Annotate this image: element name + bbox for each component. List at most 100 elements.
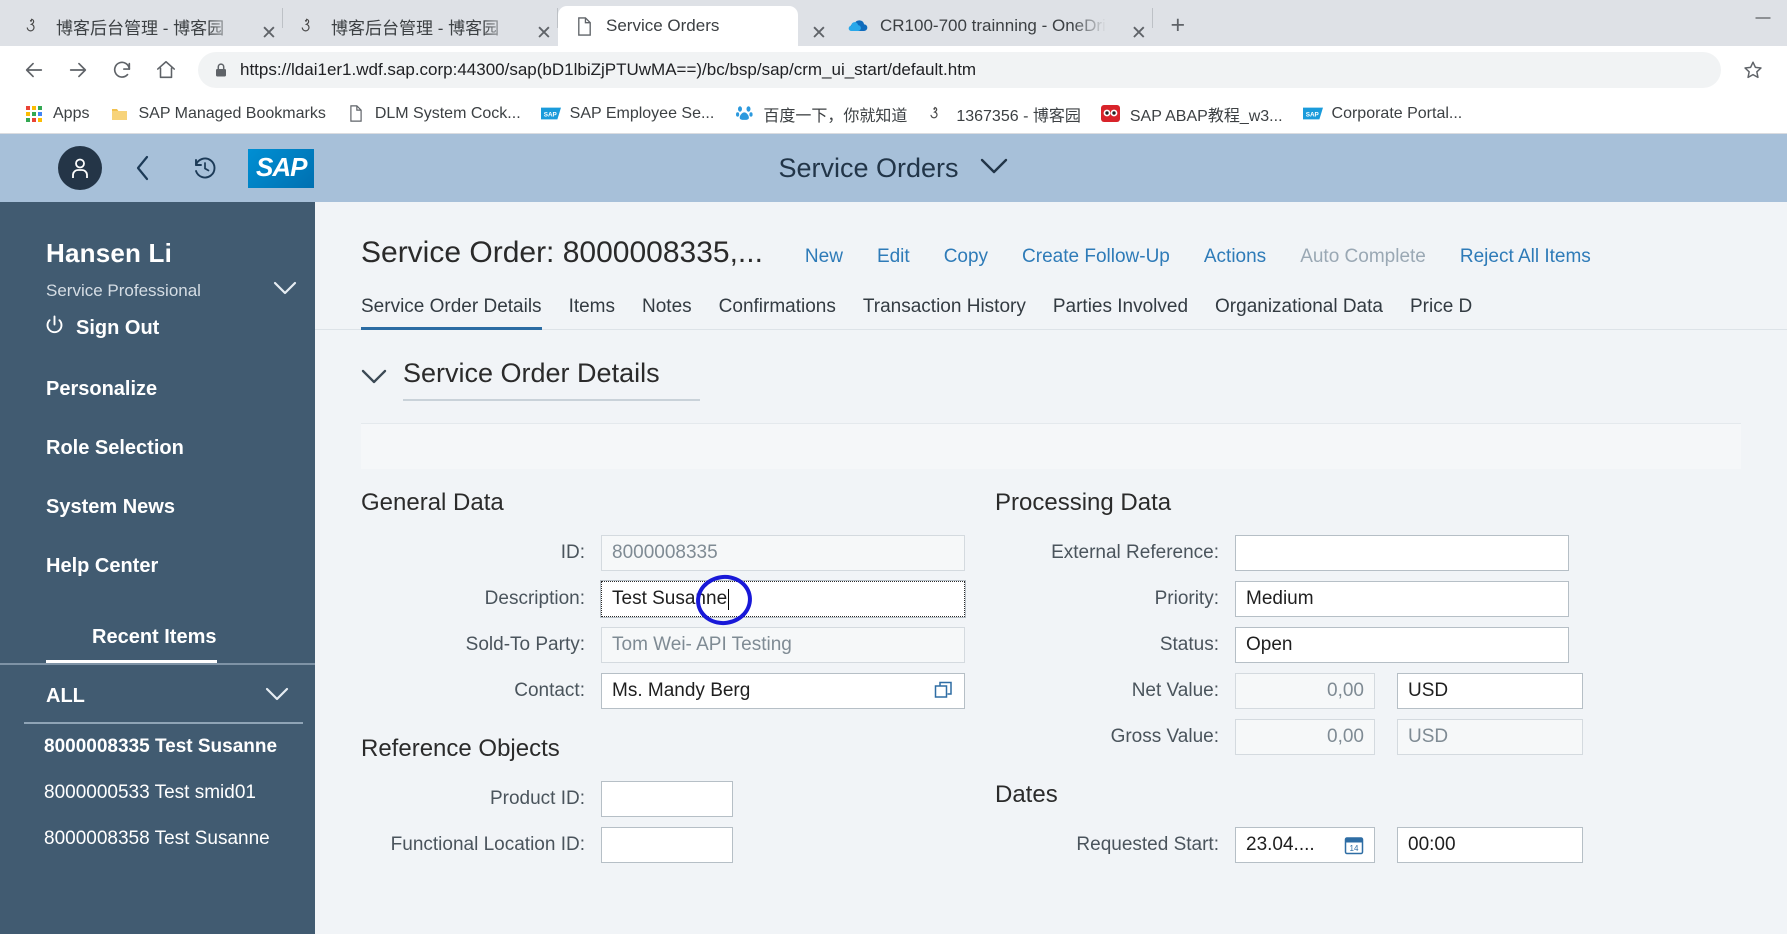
window-controls: — bbox=[1739, 0, 1787, 46]
new-tab-button[interactable]: + bbox=[1161, 8, 1195, 42]
bookmark-dlm-system-cockpit[interactable]: DLM System Cock... bbox=[336, 99, 531, 129]
requested-start-date-field[interactable]: 23.04.... 14 bbox=[1235, 827, 1375, 863]
sap-sidebar: Hansen Li Service Professional Sign Out … bbox=[0, 202, 315, 934]
functional-location-id-field[interactable] bbox=[601, 827, 733, 863]
product-id-field[interactable] bbox=[601, 781, 733, 817]
cnblogs-icon bbox=[927, 104, 947, 124]
chevron-down-icon[interactable] bbox=[265, 687, 289, 707]
sidebar-item-role-selection[interactable]: Role Selection bbox=[0, 437, 315, 460]
field-row-sold-to-party: Sold-To Party: Tom Wei- API Testing bbox=[361, 627, 965, 663]
contact-value: Ms. Mandy Berg bbox=[612, 680, 751, 701]
external-reference-field[interactable] bbox=[1235, 535, 1569, 571]
browser-tab-1[interactable]: 博客后台管理 - 博客园 bbox=[8, 6, 248, 46]
browser-tab-2[interactable]: 博客后台管理 - 博客园 bbox=[283, 6, 523, 46]
priority-field[interactable]: Medium bbox=[1235, 581, 1569, 617]
sold-to-party-field[interactable]: Tom Wei- API Testing bbox=[601, 627, 965, 663]
forward-button[interactable] bbox=[58, 50, 98, 90]
chevron-left-icon[interactable] bbox=[122, 147, 164, 189]
sidebar-item-personalize[interactable]: Personalize bbox=[0, 378, 315, 401]
sidebar-recent-item-2[interactable]: 8000008358 Test Susanne bbox=[0, 816, 315, 862]
sidebar-sign-out-button[interactable]: Sign Out bbox=[0, 301, 315, 342]
bookmark-baidu[interactable]: 百度一下，你就知道 bbox=[724, 99, 917, 129]
id-label: ID: bbox=[560, 542, 585, 563]
tab-service-order-details[interactable]: Service Order Details bbox=[361, 296, 569, 330]
description-field[interactable]: Test Susanne · bbox=[600, 580, 966, 618]
chevron-down-icon[interactable] bbox=[979, 157, 1009, 180]
contact-field[interactable]: Ms. Mandy Berg bbox=[601, 673, 965, 709]
browser-tab-close-4[interactable]: ✕ bbox=[1126, 20, 1152, 46]
actions-button[interactable]: Actions bbox=[1204, 246, 1266, 268]
field-row-priority: Priority: Medium bbox=[995, 581, 1765, 617]
browser-tab-close-2[interactable]: ✕ bbox=[531, 20, 557, 46]
browser-tab-close-3[interactable]: ✕ bbox=[806, 20, 832, 46]
tab-price-details[interactable]: Price D bbox=[1410, 296, 1499, 329]
sidebar-all-group-header[interactable]: ALL bbox=[0, 665, 315, 722]
sidebar-recent-items-tab[interactable]: Recent Items bbox=[46, 626, 217, 663]
tab-organizational-data[interactable]: Organizational Data bbox=[1215, 296, 1410, 329]
status-field[interactable]: Open bbox=[1235, 627, 1569, 663]
text-caret bbox=[728, 588, 730, 610]
open-window-icon[interactable] bbox=[934, 681, 954, 701]
svg-text:14: 14 bbox=[1350, 844, 1359, 853]
tab-notes[interactable]: Notes bbox=[642, 296, 719, 329]
sidebar-sign-out-label: Sign Out bbox=[76, 317, 160, 339]
requested-start-time-field[interactable]: 00:00 bbox=[1397, 827, 1583, 863]
svg-text:SAP: SAP bbox=[543, 111, 557, 118]
form-column-right: Processing Data External Reference: Prio… bbox=[965, 489, 1765, 873]
address-bar[interactable]: https://ldai1er1.wdf.sap.corp:44300/sap(… bbox=[198, 52, 1721, 88]
form-columns: General Data ID: 8000008335 Description:… bbox=[315, 469, 1787, 873]
priority-label: Priority: bbox=[1154, 588, 1219, 609]
lock-icon bbox=[214, 62, 228, 78]
browser-tab-title: Service Orders bbox=[606, 16, 720, 35]
copy-button[interactable]: Copy bbox=[944, 246, 988, 268]
sidebar-item-system-news[interactable]: System News bbox=[0, 496, 315, 519]
form-column-left: General Data ID: 8000008335 Description:… bbox=[315, 489, 966, 873]
sidebar-user-role: Service Professional bbox=[46, 281, 201, 300]
net-value-currency-field[interactable]: USD bbox=[1397, 673, 1583, 709]
window-minimize-button[interactable]: — bbox=[1739, 0, 1787, 34]
sidebar-role-row[interactable]: Service Professional bbox=[0, 269, 315, 301]
bookmark-cnblogs-1367356[interactable]: 1367356 - 博客园 bbox=[917, 99, 1091, 129]
browser-tab-4[interactable]: CR100-700 trainning - OneDri bbox=[832, 6, 1118, 46]
address-bar-url: https://ldai1er1.wdf.sap.corp:44300/sap(… bbox=[240, 60, 977, 79]
section-header: Service Order Details bbox=[315, 330, 1787, 401]
home-button[interactable] bbox=[146, 50, 186, 90]
calendar-icon[interactable]: 14 bbox=[1344, 835, 1364, 855]
sidebar-recent-item-0[interactable]: 8000008335 Test Susanne bbox=[0, 724, 315, 770]
bookmark-sap-employee-self[interactable]: SAP SAP Employee Se... bbox=[531, 99, 725, 129]
page-title: Service Order: 8000008335,... bbox=[361, 236, 763, 269]
bookmark-star-icon[interactable] bbox=[1733, 50, 1773, 90]
field-row-description: Description: Test Susanne · bbox=[361, 571, 966, 629]
browser-tab-title: CR100-700 trainning - OneDri bbox=[880, 16, 1106, 35]
tab-transaction-history[interactable]: Transaction History bbox=[863, 296, 1053, 329]
edit-button[interactable]: Edit bbox=[877, 246, 910, 268]
contact-label: Contact: bbox=[514, 680, 585, 701]
functional-location-id-label: Functional Location ID: bbox=[390, 834, 585, 855]
bookmark-apps[interactable]: Apps bbox=[14, 99, 99, 129]
tab-confirmations[interactable]: Confirmations bbox=[719, 296, 863, 329]
tab-parties-involved[interactable]: Parties Involved bbox=[1053, 296, 1215, 329]
tab-separator bbox=[1151, 8, 1153, 28]
new-button[interactable]: New bbox=[805, 246, 843, 268]
sap-header-bar: SAP Service Orders bbox=[0, 134, 1787, 202]
bookmark-sap-managed-bookmarks[interactable]: SAP Managed Bookmarks bbox=[99, 99, 335, 129]
back-button[interactable] bbox=[14, 50, 54, 90]
status-label: Status: bbox=[1159, 634, 1219, 655]
person-icon[interactable] bbox=[58, 146, 102, 190]
field-row-product-id: Product ID: bbox=[361, 781, 965, 817]
chevron-down-icon[interactable] bbox=[361, 369, 387, 390]
reload-button[interactable] bbox=[102, 50, 142, 90]
bookmark-corporate-portal[interactable]: SAP Corporate Portal... bbox=[1293, 99, 1473, 129]
sidebar-item-help-center[interactable]: Help Center bbox=[0, 555, 315, 578]
browser-tab-3-active[interactable]: Service Orders bbox=[558, 6, 798, 46]
sap-icon: SAP bbox=[540, 104, 561, 124]
tab-items[interactable]: Items bbox=[569, 296, 642, 329]
sidebar-recent-item-1[interactable]: 8000000533 Test smid01 bbox=[0, 770, 315, 816]
onedrive-icon bbox=[848, 16, 868, 36]
bookmark-sap-abap-tutorial[interactable]: SAP ABAP教程_w3... bbox=[1091, 99, 1293, 129]
history-clock-icon[interactable] bbox=[184, 147, 226, 189]
browser-tab-close-1[interactable]: ✕ bbox=[256, 20, 282, 46]
chevron-down-icon[interactable] bbox=[273, 281, 297, 301]
reject-all-items-button[interactable]: Reject All Items bbox=[1460, 246, 1591, 268]
create-follow-up-button[interactable]: Create Follow-Up bbox=[1022, 246, 1170, 268]
